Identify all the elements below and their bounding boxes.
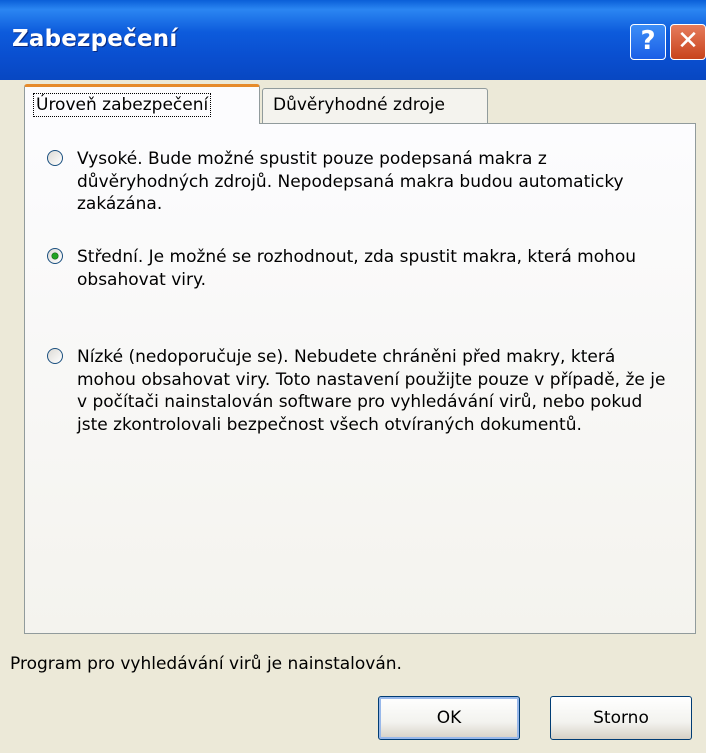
option-low-label: Nízké (nedoporučuje se). Nebudete chráně…	[77, 347, 666, 435]
help-icon: ?	[640, 26, 656, 56]
ok-button[interactable]: OK	[378, 696, 520, 740]
window-title: Zabezpečení	[12, 26, 178, 52]
tab-trusted-sources-label: Důvěryhodné zdroje	[273, 95, 445, 115]
tab-panel: Vysoké. Bude možné spustit pouze podepsa…	[24, 123, 696, 634]
radio-high[interactable]	[47, 150, 63, 166]
title-bar[interactable]: Zabezpečení ? ✕	[0, 0, 706, 80]
cancel-button[interactable]: Storno	[550, 696, 692, 740]
close-icon: ✕	[677, 26, 699, 56]
security-dialog: Zabezpečení ? ✕ Úroveň zabezpečení Důvěr…	[0, 0, 706, 753]
tab-security-level[interactable]: Úroveň zabezpečení	[24, 84, 260, 124]
help-button[interactable]: ?	[630, 24, 666, 60]
radio-medium[interactable]	[47, 248, 63, 264]
tab-trusted-sources[interactable]: Důvěryhodné zdroje	[262, 88, 488, 124]
radio-low[interactable]	[47, 348, 63, 364]
option-high-label: Vysoké. Bude možné spustit pouze podepsa…	[77, 149, 624, 214]
option-medium-label: Střední. Je možné se rozhodnout, zda spu…	[77, 247, 637, 290]
tab-security-level-label: Úroveň zabezpečení	[33, 93, 212, 117]
close-button[interactable]: ✕	[670, 24, 706, 60]
status-text: Program pro vyhledávání virů je nainstal…	[10, 654, 402, 674]
